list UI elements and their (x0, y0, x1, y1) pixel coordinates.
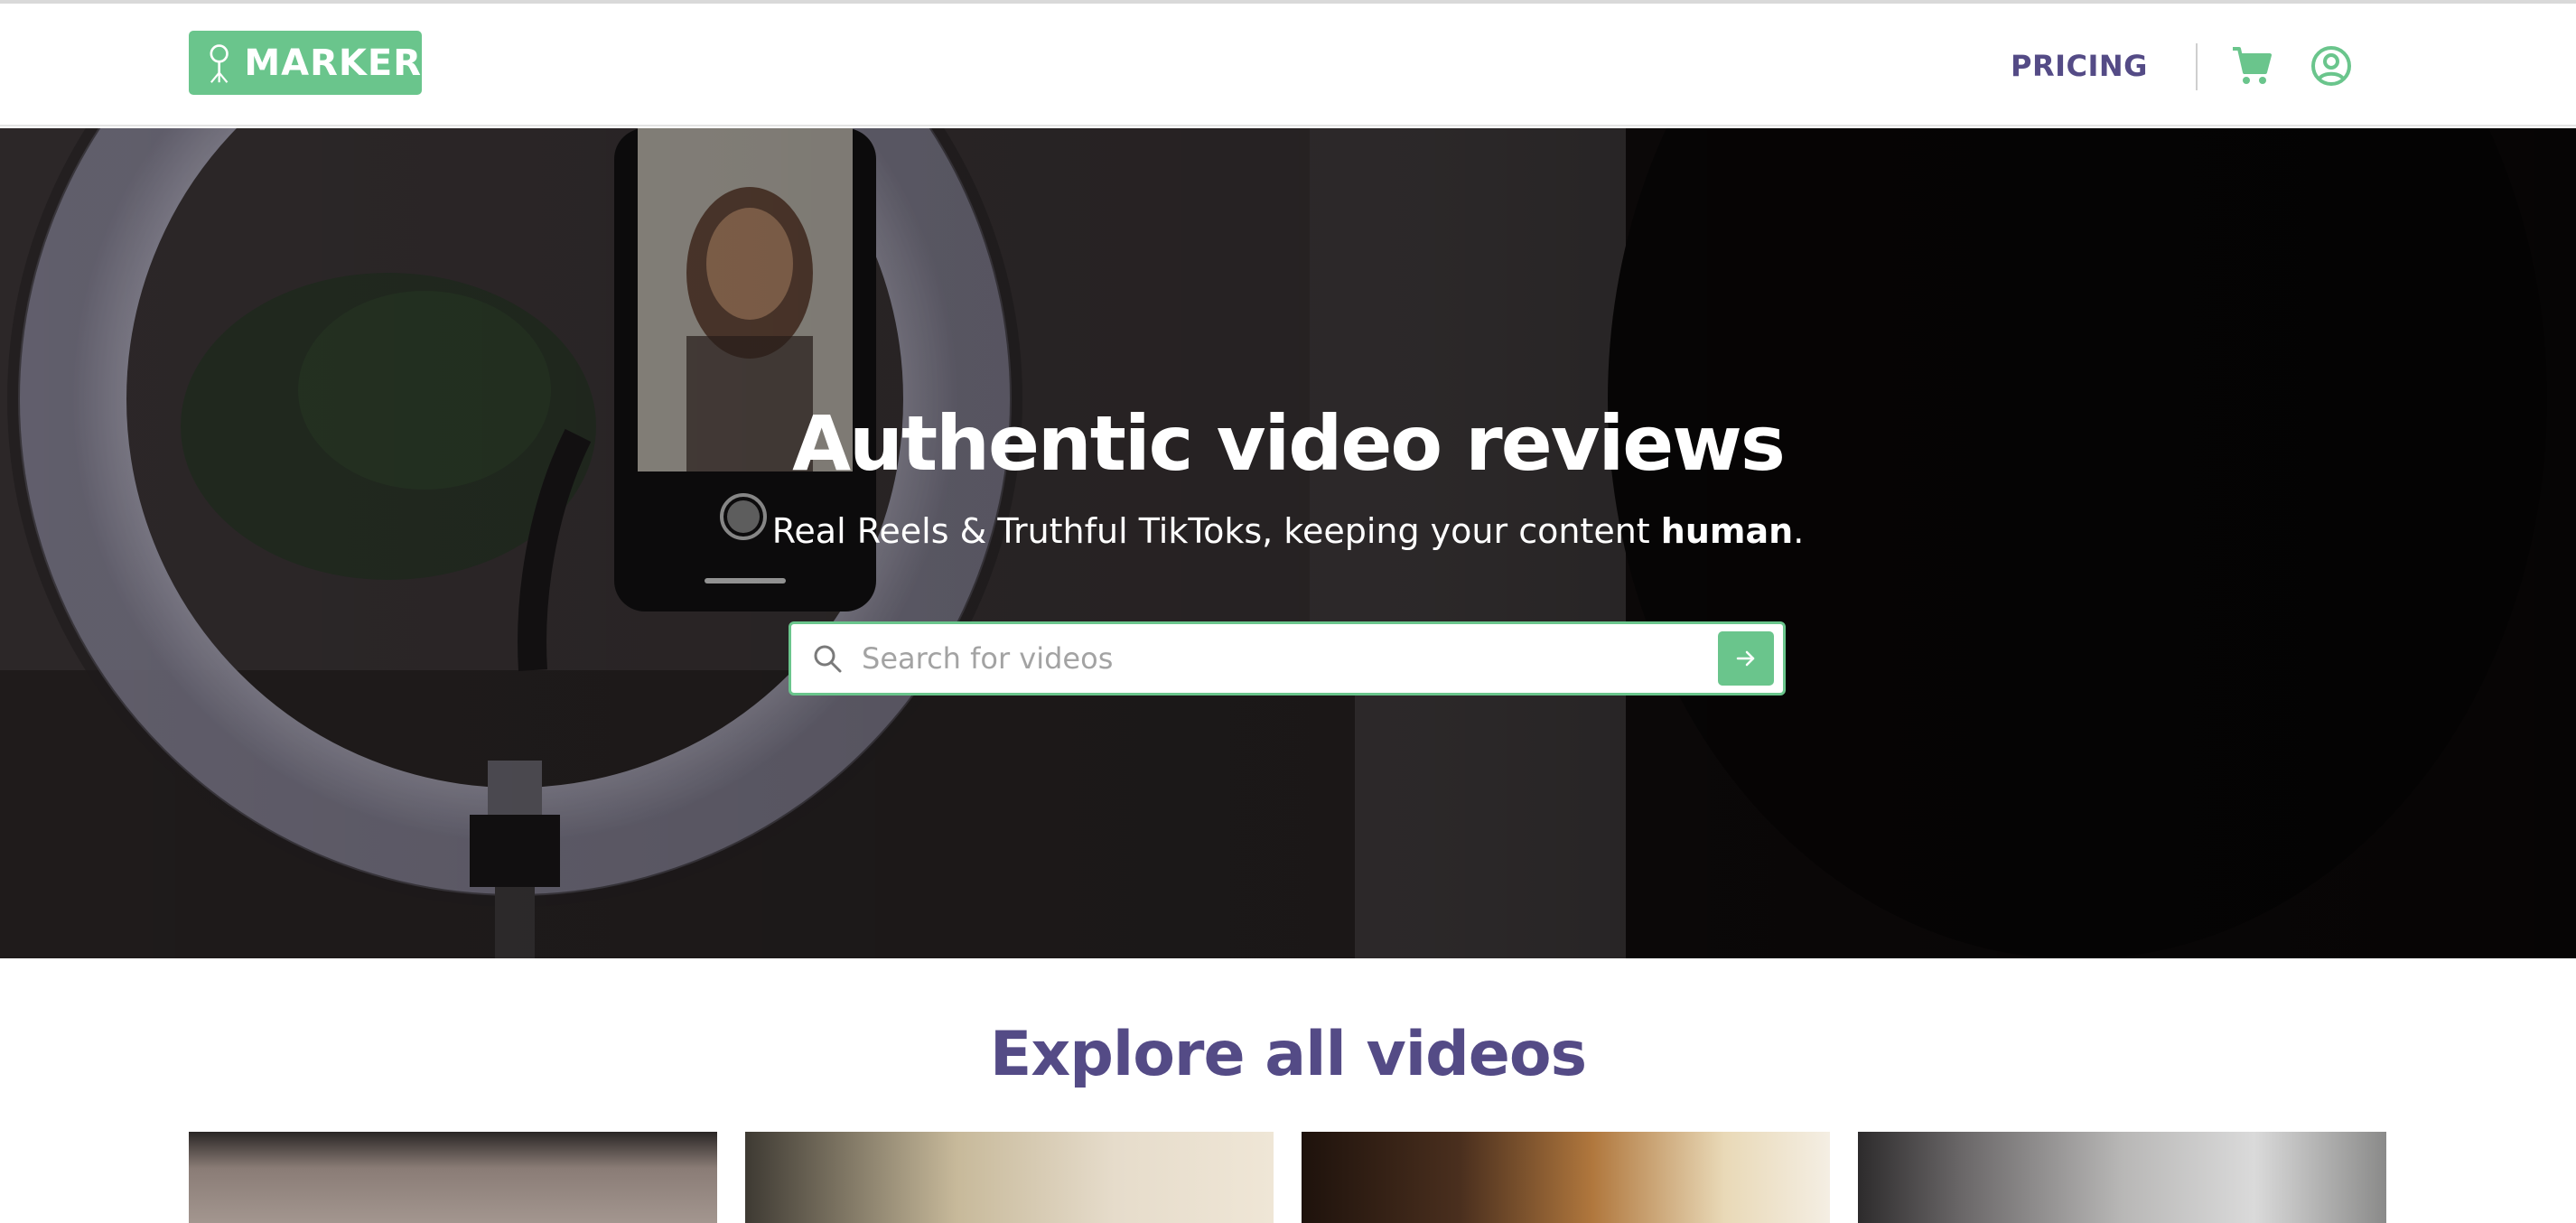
account-button[interactable] (2310, 45, 2352, 87)
hero-subtitle: Real Reels & Truthful TikToks, keeping y… (0, 511, 2576, 551)
search-bar (789, 621, 1786, 696)
video-thumbnail[interactable] (1858, 1132, 2386, 1223)
hero-title: Authentic video reviews (792, 399, 1786, 488)
site-header: MARKER PRICING (0, 4, 2576, 126)
nav-divider (2196, 43, 2198, 90)
video-thumbnail[interactable] (189, 1132, 717, 1223)
logo[interactable]: MARKER (189, 31, 422, 95)
search-submit-button[interactable] (1718, 631, 1774, 686)
hero-subtitle-text: Real Reels & Truthful TikToks, keeping y… (771, 511, 1661, 551)
cart-icon (2233, 47, 2272, 84)
explore-title: Explore all videos (989, 1019, 1587, 1090)
hero-banner: Authentic video reviews Real Reels & Tru… (0, 128, 2576, 958)
ring-light-icon (210, 43, 229, 83)
video-thumbnail[interactable] (745, 1132, 1274, 1223)
hero-subtitle-emphasis: human (1660, 511, 1794, 551)
search-input[interactable] (862, 631, 1675, 686)
logo-text: MARKER (244, 42, 422, 84)
search-icon (814, 645, 842, 673)
cart-button[interactable] (2231, 45, 2273, 87)
nav-link-pricing[interactable]: PRICING (2011, 49, 2148, 83)
video-thumbnail[interactable] (1302, 1132, 1830, 1223)
user-circle-icon (2311, 46, 2351, 86)
arrow-right-icon (1736, 650, 1755, 667)
hero-subtitle-suffix: . (1793, 511, 1805, 551)
